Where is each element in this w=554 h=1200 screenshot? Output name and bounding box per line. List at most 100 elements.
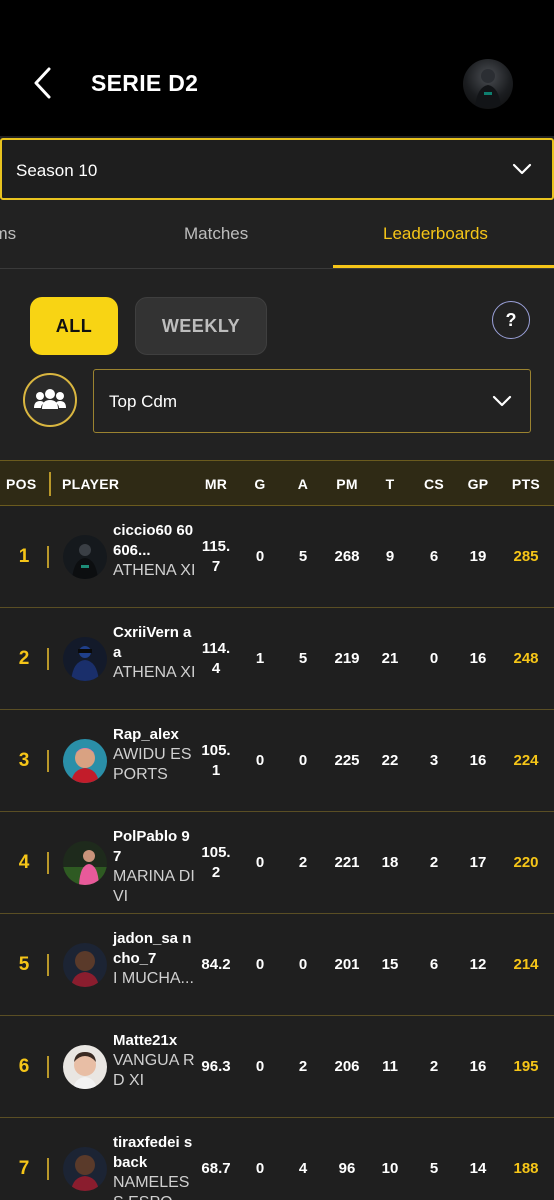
tab-matches[interactable]: Matches <box>184 224 248 244</box>
help-icon[interactable]: ? <box>492 301 530 339</box>
player-avatar[interactable] <box>63 636 107 681</box>
all-button[interactable]: ALL <box>30 297 118 355</box>
stat-pts: 248 <box>513 649 539 667</box>
rank: 3 <box>18 749 30 771</box>
table-row[interactable]: 7 tiraxfedei sbackNAMELES S ESPO... 68.7 0 4… <box>0 1118 554 1200</box>
stat-mr: 68.7 <box>201 1159 231 1177</box>
rank-divider <box>47 647 49 670</box>
tab-leaderboards[interactable]: Leaderboards <box>383 224 488 244</box>
stat-pts: 285 <box>513 547 539 565</box>
stat-pts: 220 <box>513 853 539 871</box>
stat-a: 2 <box>298 853 308 871</box>
player-team: AWIDU ESPORTS <box>113 746 192 783</box>
weekly-button[interactable]: WEEKLY <box>135 297 267 355</box>
rank: 7 <box>18 1157 30 1179</box>
header-cs[interactable]: CS <box>424 476 444 492</box>
stat-mr: 105. 2 <box>201 843 231 881</box>
stat-gp: 17 <box>469 853 487 871</box>
rank: 4 <box>18 851 30 873</box>
stat-mr: 115. 7 <box>201 537 231 575</box>
player-avatar[interactable] <box>63 534 107 579</box>
header-pm[interactable]: PM <box>336 476 358 492</box>
stat-t: 21 <box>381 649 399 667</box>
player-avatar[interactable] <box>63 738 107 783</box>
player-name[interactable]: PolPablo 97 <box>113 827 197 867</box>
stat-pts: 195 <box>513 1057 539 1075</box>
stat-pm: 96 <box>338 1159 356 1177</box>
back-arrow-icon[interactable] <box>30 66 58 100</box>
stat-mr: 96.3 <box>201 1057 231 1075</box>
stat-pm: 225 <box>334 751 360 769</box>
table-row[interactable]: 6 Matte21x VANGUA RD XI 96.3 0 2 206 11 2 16 195 <box>0 1016 554 1118</box>
rank-divider <box>47 1055 49 1078</box>
stat-pts: 188 <box>513 1159 539 1177</box>
role-filter-dropdown[interactable]: Top Cdm <box>93 369 531 433</box>
stat-cs: 6 <box>429 547 439 565</box>
table-row[interactable]: 3 Rap_alex AWIDU ESPORTS 105. 1 0 0 225 22 3 16 22… <box>0 710 554 812</box>
stat-mr: 84.2 <box>201 955 231 973</box>
stat-g: 0 <box>255 1057 265 1075</box>
stat-pm: 221 <box>334 853 360 871</box>
table-row[interactable]: 1 ciccio60 60606... ATHENA XI 115. 7 0 5 268 9 6… <box>0 506 554 608</box>
rank: 1 <box>18 545 30 567</box>
rank-divider <box>47 545 49 568</box>
player-name[interactable]: Rap_alex <box>113 725 197 745</box>
header-g[interactable]: G <box>254 476 265 492</box>
stat-g: 0 <box>255 955 265 973</box>
role-filter-label: Top Cdm <box>109 392 178 411</box>
player-team: I MUCHA... <box>113 970 194 987</box>
stat-pm: 268 <box>334 547 360 565</box>
player-name[interactable]: CxriiVern aa <box>113 623 197 663</box>
header-t[interactable]: T <box>386 476 395 492</box>
stat-t: 22 <box>381 751 399 769</box>
table-row[interactable]: 2 CxriiVern aa ATHENA XI 114. 4 1 5 219 21 0 16 24… <box>0 608 554 710</box>
table-header: POS PLAYER MR G A PM T CS GP PTS <box>0 460 554 506</box>
stat-gp: 16 <box>469 1057 487 1075</box>
header-a[interactable]: A <box>298 476 308 492</box>
header-pos[interactable]: POS <box>6 476 36 492</box>
season-dropdown[interactable]: Season 10 <box>0 138 554 200</box>
rank-divider <box>47 851 49 874</box>
stat-gp: 14 <box>469 1159 487 1177</box>
player-avatar[interactable] <box>63 1044 107 1089</box>
player-team: VANGUA RD XI <box>113 1052 195 1089</box>
tab-bar: ams Matches Leaderboards <box>0 200 554 269</box>
stat-mr: 105. 1 <box>201 741 231 779</box>
group-icon[interactable] <box>23 373 77 427</box>
stat-g: 0 <box>255 547 265 565</box>
stat-pm: 206 <box>334 1057 360 1075</box>
stat-t: 15 <box>381 955 399 973</box>
chevron-down-icon <box>492 395 512 407</box>
rank: 5 <box>18 953 30 975</box>
header-mr[interactable]: MR <box>205 476 227 492</box>
profile-avatar[interactable] <box>463 59 513 109</box>
player-avatar[interactable] <box>63 840 107 885</box>
stat-a: 5 <box>298 649 308 667</box>
stat-g: 0 <box>255 751 265 769</box>
season-label: Season 10 <box>16 161 98 180</box>
header-gp[interactable]: GP <box>468 476 489 492</box>
player-name[interactable]: tiraxfedei sback <box>113 1133 197 1173</box>
header-player[interactable]: PLAYER <box>62 476 119 492</box>
player-name[interactable]: Matte21x <box>113 1031 197 1051</box>
tab-teams[interactable]: ams <box>0 224 16 244</box>
header-pts[interactable]: PTS <box>512 476 540 492</box>
rank-divider <box>47 1157 49 1180</box>
table-row[interactable]: 4 PolPablo 97 MARINA DIVI 105. 2 0 2 221 18 2 17 2… <box>0 812 554 914</box>
stat-gp: 16 <box>469 649 487 667</box>
chevron-down-icon <box>512 163 532 175</box>
player-name[interactable]: jadon_sa ncho_7 <box>113 929 197 969</box>
stat-a: 0 <box>298 955 308 973</box>
player-avatar[interactable] <box>63 942 107 987</box>
stat-a: 2 <box>298 1057 308 1075</box>
table-row[interactable]: 5 jadon_sa ncho_7 I MUCHA... 84.2 0 0 201 15 6 12… <box>0 914 554 1016</box>
rank: 2 <box>18 647 30 669</box>
stat-t: 18 <box>381 853 399 871</box>
stat-cs: 2 <box>429 1057 439 1075</box>
active-tab-indicator <box>333 265 554 268</box>
player-name[interactable]: ciccio60 60606... <box>113 521 197 561</box>
stat-g: 0 <box>255 1159 265 1177</box>
stat-cs: 5 <box>429 1159 439 1177</box>
stat-cs: 2 <box>429 853 439 871</box>
player-avatar[interactable] <box>63 1146 107 1191</box>
